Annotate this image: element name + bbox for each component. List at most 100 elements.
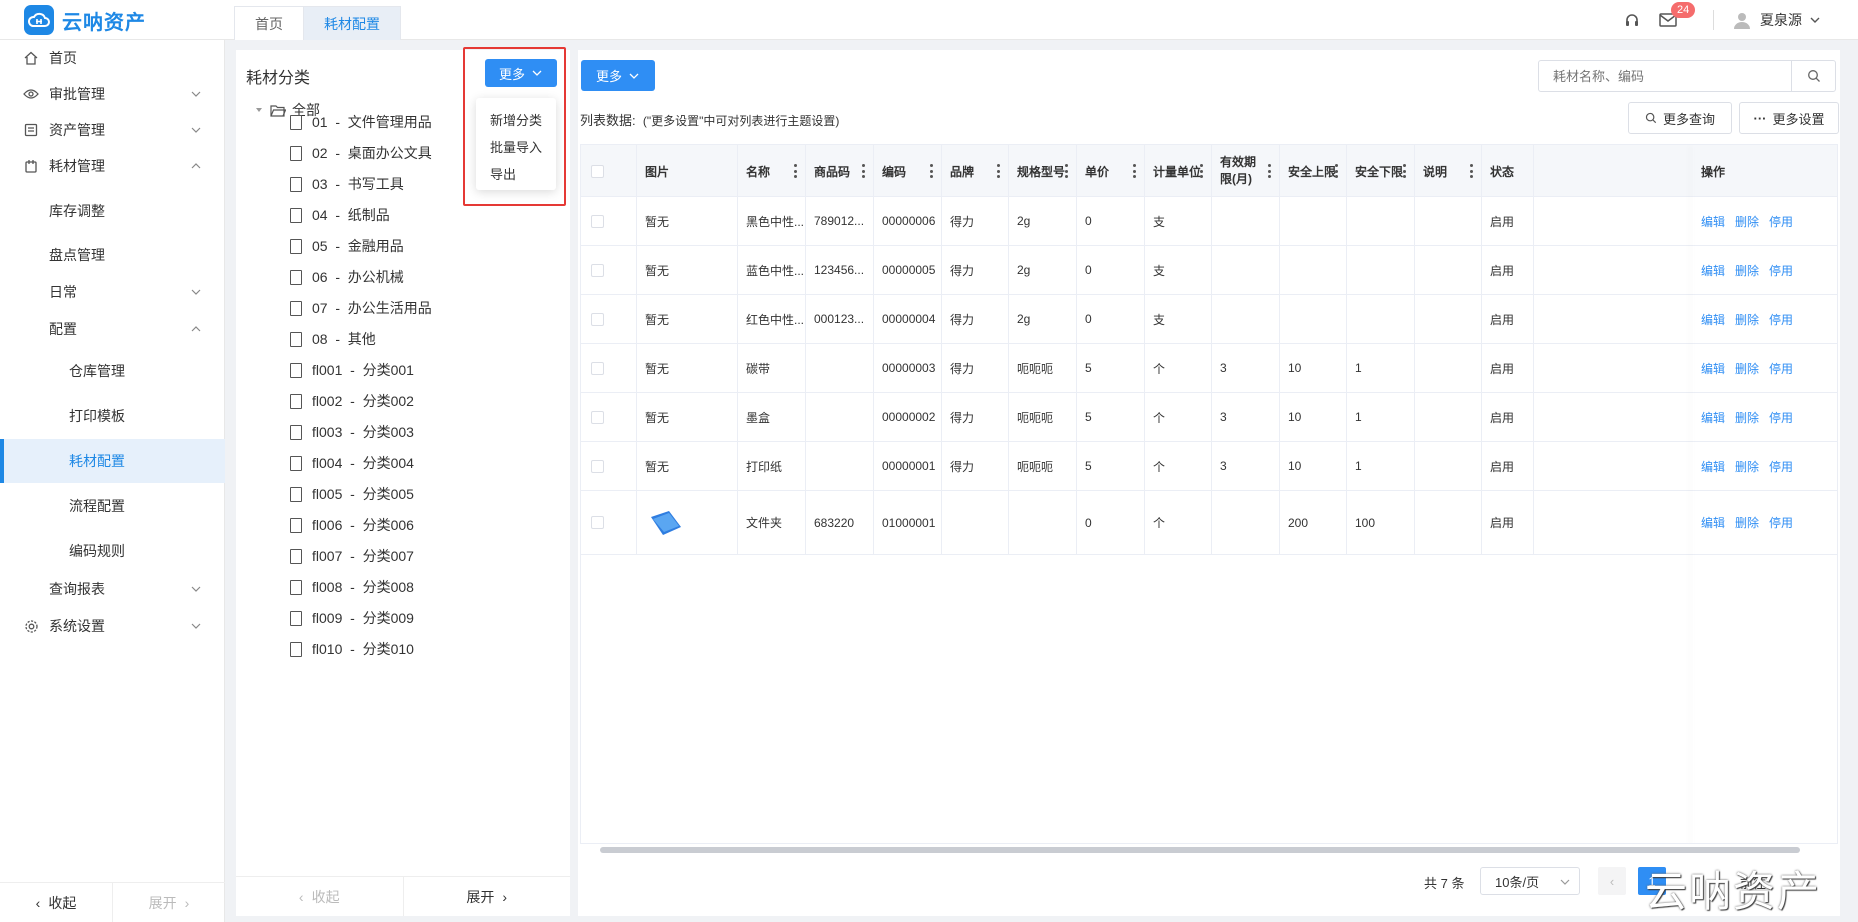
disable-link[interactable]: 停用 bbox=[1769, 514, 1793, 531]
menu-item-batch-import[interactable]: 批量导入 bbox=[490, 137, 542, 156]
sidebar-expand-button[interactable]: 展开 › bbox=[112, 883, 225, 922]
column-menu-icon[interactable] bbox=[1402, 164, 1406, 178]
table-row[interactable]: 暂无 蓝色中性... 123456... 00000005 得力 2g 0 支 启用 编辑 删除 停用 bbox=[581, 246, 1837, 295]
col-spec[interactable]: 规格型号 bbox=[1009, 145, 1077, 197]
col-price[interactable]: 单价 bbox=[1077, 145, 1145, 197]
prev-page-button[interactable]: ‹ bbox=[1598, 867, 1626, 895]
column-menu-icon[interactable] bbox=[1267, 164, 1271, 178]
tree-node[interactable]: fl004 - 分类004 bbox=[290, 453, 414, 473]
tree-node[interactable]: 03 - 书写工具 bbox=[290, 174, 404, 194]
column-menu-icon[interactable] bbox=[1334, 164, 1338, 178]
table-more-button[interactable]: 更多 bbox=[581, 60, 655, 91]
column-menu-icon[interactable] bbox=[861, 164, 865, 178]
edit-link[interactable]: 编辑 bbox=[1701, 360, 1725, 377]
user-menu[interactable]: 夏泉源 bbox=[1732, 10, 1822, 30]
sidebar-item-home[interactable]: 首页 bbox=[0, 40, 225, 76]
sidebar-item-daily[interactable]: 日常 bbox=[0, 274, 225, 310]
more-settings-button[interactable]: ··· 更多设置 bbox=[1739, 102, 1839, 134]
headset-icon[interactable] bbox=[1621, 9, 1643, 31]
edit-link[interactable]: 编辑 bbox=[1701, 514, 1725, 531]
edit-link[interactable]: 编辑 bbox=[1701, 409, 1725, 426]
select-all-checkbox[interactable] bbox=[591, 164, 604, 178]
tree-node[interactable]: 06 - 办公机械 bbox=[290, 267, 404, 287]
column-menu-icon[interactable] bbox=[929, 164, 933, 178]
table-row[interactable]: 暂无 黑色中性... 789012... 00000006 得力 2g 0 支 启用 编辑 删除 停用 bbox=[581, 197, 1837, 246]
column-menu-icon[interactable] bbox=[793, 164, 797, 178]
edit-link[interactable]: 编辑 bbox=[1701, 311, 1725, 328]
column-menu-icon[interactable] bbox=[1469, 164, 1473, 178]
page-size-select[interactable]: 10条/页 bbox=[1480, 867, 1580, 895]
col-brand[interactable]: 品牌 bbox=[942, 145, 1009, 197]
disable-link[interactable]: 停用 bbox=[1769, 311, 1793, 328]
menu-item-export[interactable]: 导出 bbox=[490, 164, 516, 183]
search-input[interactable] bbox=[1539, 61, 1791, 91]
table-row[interactable]: 暂无 红色中性... 000123... 00000004 得力 2g 0 支 启用 编辑 删除 停用 bbox=[581, 295, 1837, 344]
sidebar-item-inventory[interactable]: 盘点管理 bbox=[0, 237, 225, 273]
delete-link[interactable]: 删除 bbox=[1735, 213, 1759, 230]
sidebar-item-warehouse[interactable]: 仓库管理 bbox=[0, 353, 225, 389]
tree-node[interactable]: 04 - 纸制品 bbox=[290, 205, 390, 225]
tree-node[interactable]: fl003 - 分类003 bbox=[290, 422, 414, 442]
delete-link[interactable]: 删除 bbox=[1735, 409, 1759, 426]
delete-link[interactable]: 删除 bbox=[1735, 458, 1759, 475]
row-checkbox[interactable] bbox=[591, 516, 604, 529]
edit-link[interactable]: 编辑 bbox=[1701, 213, 1725, 230]
row-checkbox[interactable] bbox=[591, 459, 604, 473]
tree-node[interactable]: fl002 - 分类002 bbox=[290, 391, 414, 411]
horizontal-scrollbar[interactable] bbox=[600, 847, 1800, 853]
table-row[interactable]: 文件夹 683220 01000001 0 个 200 100 启用 编辑 删除 停用 bbox=[581, 491, 1837, 555]
tree-node[interactable]: fl007 - 分类007 bbox=[290, 546, 414, 566]
disable-link[interactable]: 停用 bbox=[1769, 458, 1793, 475]
column-menu-icon[interactable] bbox=[1064, 164, 1068, 178]
row-checkbox[interactable] bbox=[591, 361, 604, 375]
delete-link[interactable]: 删除 bbox=[1735, 262, 1759, 279]
col-expiry[interactable]: 有效期限(月) bbox=[1212, 145, 1280, 197]
sidebar-item-stock-adjust[interactable]: 库存调整 bbox=[0, 193, 225, 229]
col-sku[interactable]: 商品码 bbox=[806, 145, 874, 197]
disable-link[interactable]: 停用 bbox=[1769, 262, 1793, 279]
category-expand-button[interactable]: 展开 › bbox=[402, 877, 571, 916]
tree-node[interactable]: 08 - 其他 bbox=[290, 329, 376, 349]
disable-link[interactable]: 停用 bbox=[1769, 409, 1793, 426]
mail-icon[interactable]: 24 bbox=[1657, 2, 1696, 31]
sidebar-collapse-button[interactable]: ‹ 收起 bbox=[0, 883, 112, 922]
col-safety-upper[interactable]: 安全上限 bbox=[1280, 145, 1347, 197]
tree-node[interactable]: fl010 - 分类010 bbox=[290, 639, 414, 659]
edit-link[interactable]: 编辑 bbox=[1701, 262, 1725, 279]
tree-node[interactable]: fl009 - 分类009 bbox=[290, 608, 414, 628]
tree-node[interactable]: 05 - 金融用品 bbox=[290, 236, 404, 256]
sidebar-item-consumables[interactable]: 耗材管理 bbox=[0, 148, 225, 184]
delete-link[interactable]: 删除 bbox=[1735, 360, 1759, 377]
row-checkbox[interactable] bbox=[591, 312, 604, 326]
sidebar-item-system-settings[interactable]: 系统设置 bbox=[0, 608, 225, 644]
table-row[interactable]: 暂无 碳带 00000003 得力 呃呃呃 5 个 3 10 1 启用 编辑 删除 停用 bbox=[581, 344, 1837, 393]
col-code[interactable]: 编码 bbox=[874, 145, 942, 197]
table-row[interactable]: 暂无 打印纸 00000001 得力 呃呃呃 5 个 3 10 1 启用 编辑 删除 停用 bbox=[581, 442, 1837, 491]
sidebar-item-assets[interactable]: 资产管理 bbox=[0, 112, 225, 148]
col-safety-lower[interactable]: 安全下限 bbox=[1347, 145, 1415, 197]
row-checkbox[interactable] bbox=[591, 410, 604, 424]
disable-link[interactable]: 停用 bbox=[1769, 213, 1793, 230]
column-menu-icon[interactable] bbox=[1199, 164, 1203, 178]
delete-link[interactable]: 删除 bbox=[1735, 311, 1759, 328]
tree-node[interactable]: 01 - 文件管理用品 bbox=[290, 112, 432, 132]
tree-node[interactable]: fl006 - 分类006 bbox=[290, 515, 414, 535]
edit-link[interactable]: 编辑 bbox=[1701, 458, 1725, 475]
row-checkbox[interactable] bbox=[591, 214, 604, 228]
sidebar-item-config[interactable]: 配置 bbox=[0, 311, 225, 347]
tab-consumable-config[interactable]: 耗材配置 bbox=[303, 6, 401, 40]
column-menu-icon[interactable] bbox=[1132, 164, 1136, 178]
column-menu-icon[interactable] bbox=[996, 164, 1000, 178]
app-logo[interactable]: 云呐资产 bbox=[24, 5, 146, 35]
disable-link[interactable]: 停用 bbox=[1769, 360, 1793, 377]
sidebar-item-print-template[interactable]: 打印模板 bbox=[0, 398, 225, 434]
more-query-button[interactable]: 更多查询 bbox=[1628, 102, 1732, 134]
delete-link[interactable]: 删除 bbox=[1735, 514, 1759, 531]
sidebar-item-approval[interactable]: 审批管理 bbox=[0, 76, 225, 112]
tree-node[interactable]: fl008 - 分类008 bbox=[290, 577, 414, 597]
table-row[interactable]: 暂无 墨盒 00000002 得力 呃呃呃 5 个 3 10 1 启用 编辑 删除 停用 bbox=[581, 393, 1837, 442]
tree-node[interactable]: fl005 - 分类005 bbox=[290, 484, 414, 504]
category-more-button[interactable]: 更多 bbox=[485, 59, 557, 87]
tree-node[interactable]: 02 - 桌面办公文具 bbox=[290, 143, 432, 163]
tree-node[interactable]: fl001 - 分类001 bbox=[290, 360, 414, 380]
